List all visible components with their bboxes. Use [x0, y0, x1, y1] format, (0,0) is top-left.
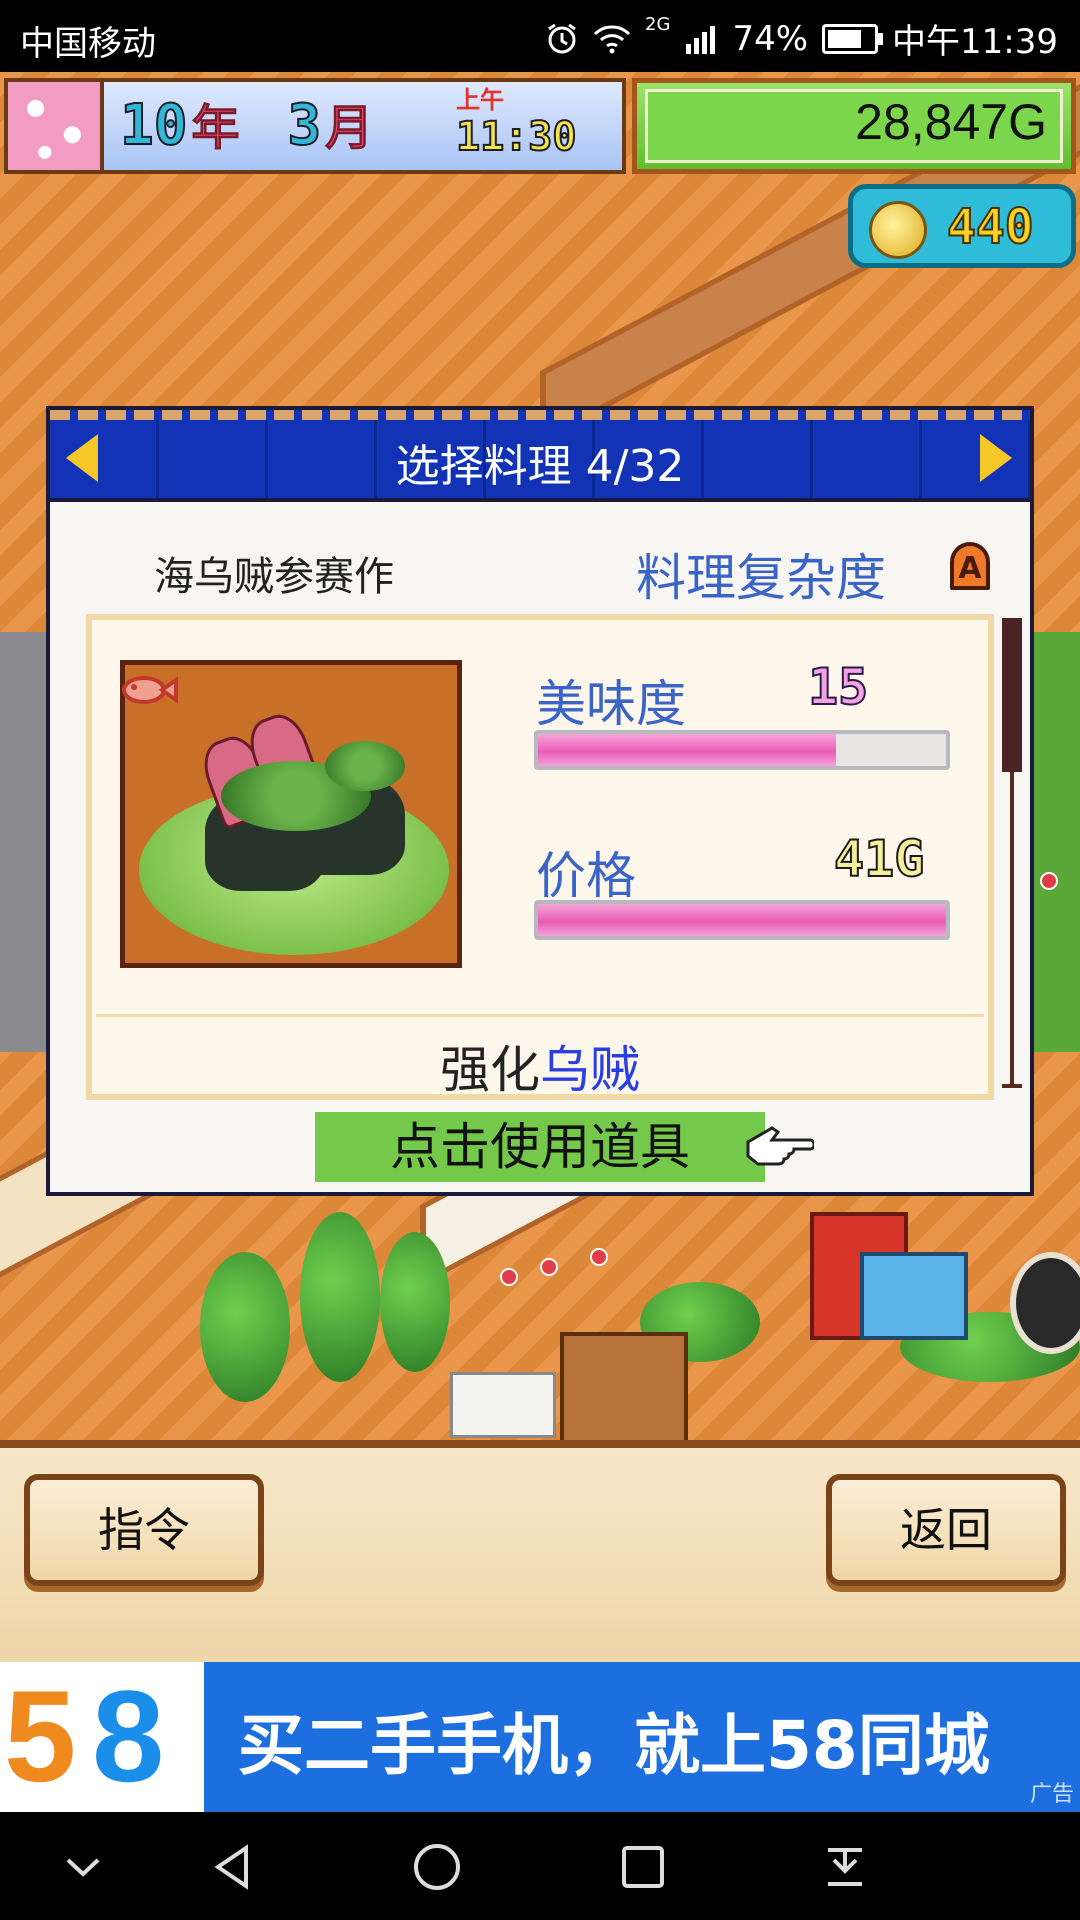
battery-percent: 74% [732, 18, 809, 59]
notification-pull-icon[interactable] [820, 1842, 870, 1892]
price-bar [534, 900, 950, 940]
ad-logo[interactable]: 5 8 [0, 1662, 204, 1812]
recents-nav-icon[interactable] [618, 1842, 668, 1892]
season-icon [4, 78, 104, 174]
status-icons: 2G 74% 中午11:39 [545, 14, 1058, 63]
hide-nav-icon[interactable] [58, 1842, 108, 1892]
scrollbar-thumb[interactable] [1002, 618, 1022, 772]
taste-label: 美味度 [536, 675, 686, 733]
price-value: 41G [833, 829, 925, 889]
command-button[interactable]: 指令 [24, 1474, 264, 1586]
taste-bar-fill [538, 734, 836, 766]
home-nav-icon[interactable] [412, 1842, 462, 1892]
back-button[interactable]: 返回 [826, 1474, 1066, 1586]
ad-text[interactable]: 买二手手机，就上58同城 [238, 1692, 990, 1788]
alarm-icon [548, 23, 576, 53]
carrier-label: 中国移动 [20, 24, 156, 64]
year-number: 10 [119, 92, 188, 159]
taste-bar [534, 730, 950, 770]
scrollbar[interactable] [1002, 618, 1022, 1088]
money-panel: 28,847G [632, 78, 1076, 174]
coin-icon [869, 201, 927, 259]
game-clock: 11:30 [455, 113, 577, 161]
price-label: 价格 [536, 847, 636, 905]
fish-icon [122, 676, 178, 704]
status-bar: 中国移动 2G 74% 中午11:39 [0, 0, 1080, 72]
ad-tag: 广告 [1029, 1782, 1074, 1807]
taste-value: 15 [807, 657, 869, 717]
complexity-rank-badge: A [950, 542, 990, 590]
network-type: 2G [645, 14, 671, 35]
dish-name: 海乌贼参赛作 [154, 554, 394, 600]
next-arrow-icon[interactable] [980, 434, 1012, 482]
prev-arrow-icon[interactable] [66, 434, 98, 482]
back-nav-icon[interactable] [208, 1842, 258, 1892]
wifi-icon [593, 24, 631, 53]
battery-icon [822, 23, 884, 54]
clock: 中午11:39 [892, 22, 1058, 62]
dialog-title: 选择料理 4/32 [395, 441, 685, 492]
coin-value: 440 [946, 198, 1035, 256]
use-item-button[interactable]: 点击使用道具 [315, 1112, 765, 1182]
month-unit: 月 [325, 100, 374, 157]
month-number: 3 [286, 92, 322, 159]
complexity-label: 料理复杂度 [636, 549, 886, 607]
enhance-prefix: 强化 [440, 1041, 540, 1099]
ampm-label: 上午 [456, 86, 504, 114]
signal-icon [686, 25, 716, 54]
enhance-text: 强化乌贼 [96, 1030, 984, 1102]
coin-panel[interactable]: 440 [848, 184, 1076, 268]
enhance-target: 乌贼 [540, 1041, 640, 1099]
year-unit: 年 [191, 100, 240, 157]
pointing-hand-icon [746, 1126, 814, 1166]
money-value: 28,847G [855, 94, 1047, 150]
navigation-bar [0, 1812, 1080, 1920]
price-bar-fill [538, 904, 946, 936]
